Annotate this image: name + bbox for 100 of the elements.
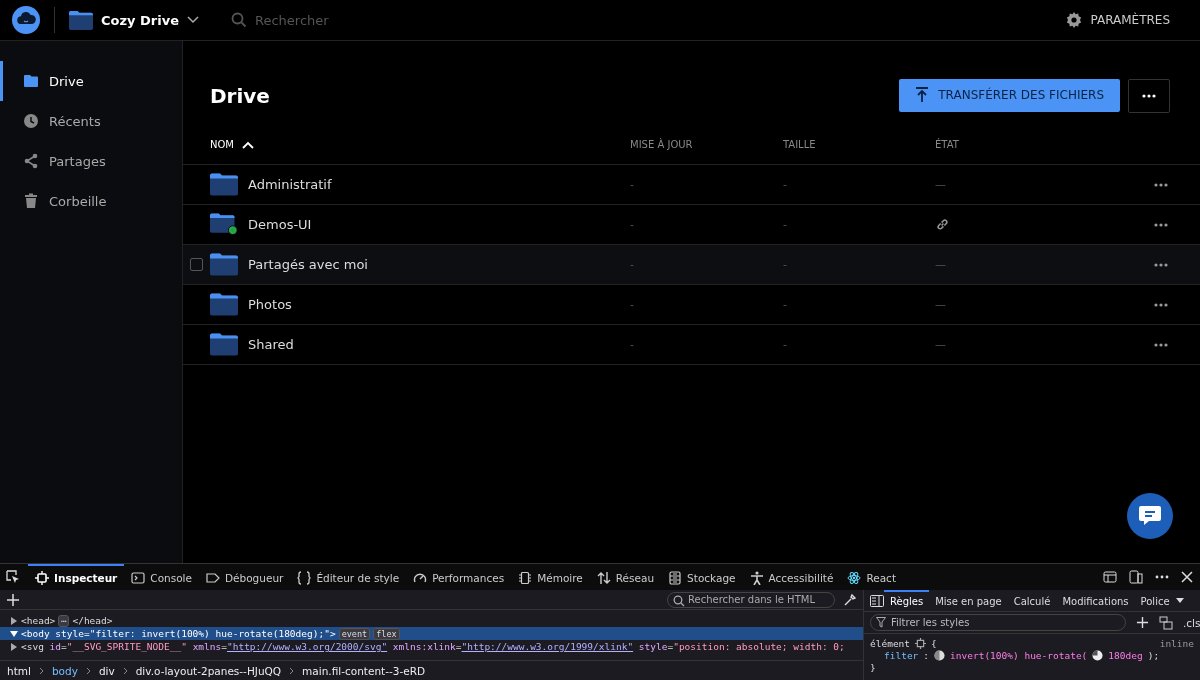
markup-line[interactable]: <svg id="__SVG_SPRITE_NODE__" xmlns="http://www.w3.org/2000/svg" xmlns:xlink="http://www.w3.org/1999/xlink" style="position: absolute; width: 0; bbox=[21, 641, 845, 652]
css-colon: : bbox=[923, 649, 930, 661]
table-cell-text: - bbox=[630, 298, 635, 311]
app-switcher[interactable]: Cozy Drive bbox=[69, 9, 199, 31]
markup-line[interactable]: <body style="filter: invert(100%) hue-rotate(180deg);"> bbox=[21, 628, 336, 639]
pick-element-icon bbox=[6, 569, 20, 584]
tag-icon bbox=[206, 570, 220, 585]
status-text: — bbox=[935, 338, 946, 351]
table-row[interactable]: Partagés avec moi - - — bbox=[183, 245, 1200, 285]
table-cell-text: - bbox=[783, 258, 788, 271]
add-icon bbox=[1136, 616, 1149, 629]
devtools-tab[interactable]: Console bbox=[124, 563, 199, 590]
file-name: Shared bbox=[248, 337, 294, 352]
sidebar-item[interactable]: Corbeille bbox=[0, 181, 182, 221]
table-cell-text: - bbox=[630, 178, 635, 191]
add-icon bbox=[6, 592, 20, 607]
css-brace: } bbox=[870, 661, 876, 673]
settings-icon bbox=[1066, 12, 1083, 28]
devtools-tab[interactable]: Mémoire bbox=[511, 563, 590, 590]
braces-icon bbox=[297, 570, 312, 585]
more-icon bbox=[1142, 93, 1156, 98]
cls-button[interactable]: .cls bbox=[1183, 616, 1200, 629]
breadcrumb[interactable]: html bbox=[7, 664, 31, 677]
markup-row[interactable]: <head> ⋯ </head> bbox=[0, 614, 863, 627]
panel-tab[interactable]: Mise en page bbox=[929, 590, 1008, 612]
link-icon bbox=[935, 217, 950, 232]
chevron-right-icon bbox=[38, 666, 44, 675]
node-badge[interactable]: event bbox=[338, 627, 371, 640]
folder-icon bbox=[23, 73, 39, 89]
css-selector: élément bbox=[870, 637, 911, 649]
chat-button[interactable] bbox=[1127, 493, 1173, 539]
file-name: Administratif bbox=[248, 177, 332, 192]
settings-button[interactable]: PARAMÈTRES bbox=[1066, 12, 1170, 28]
chevron-right-icon bbox=[289, 666, 295, 675]
html-search-field[interactable]: Rechercher dans le HTML bbox=[667, 591, 835, 608]
devtools-tab[interactable]: Stockage bbox=[661, 563, 743, 590]
table-cell-text: - bbox=[630, 338, 635, 351]
breadcrumb[interactable]: div.o-layout-2panes--HJuQQ bbox=[135, 664, 282, 677]
css-property: filter bbox=[884, 649, 919, 661]
breadcrumb[interactable]: div bbox=[98, 664, 115, 677]
clock-icon bbox=[23, 113, 39, 129]
node-target-icon bbox=[915, 637, 927, 649]
dock-icon bbox=[1129, 569, 1143, 584]
table-cell-text: - bbox=[630, 218, 635, 231]
devtools-tab[interactable]: Débogueur bbox=[199, 563, 291, 590]
inspector-icon bbox=[35, 570, 49, 585]
dropdown-icon bbox=[1175, 597, 1184, 604]
column-header[interactable]: NOM bbox=[210, 139, 254, 150]
file-name: Photos bbox=[248, 297, 292, 312]
panel-tab[interactable]: Modifications bbox=[1056, 590, 1135, 612]
upload-button[interactable]: TRANSFÉRER DES FICHIERS bbox=[899, 78, 1120, 112]
panel-tab[interactable]: Règles bbox=[884, 590, 930, 612]
column-header[interactable]: TAILLE bbox=[783, 139, 816, 150]
print-simulation-icon bbox=[1159, 615, 1173, 630]
markup-row[interactable]: <svg id="__SVG_SPRITE_NODE__" xmlns="http://www.w3.org/2000/svg" xmlns:xlink="http://www.w3.org/1999/xlink" style="position: absolute; width: 0; bbox=[0, 640, 863, 653]
css-source[interactable]: inline bbox=[1159, 637, 1194, 649]
close-icon bbox=[1181, 570, 1193, 583]
column-header[interactable]: ÉTAT bbox=[935, 139, 959, 150]
cloud-logo-icon bbox=[12, 6, 40, 34]
table-cell-text: - bbox=[783, 178, 788, 191]
atom-icon bbox=[847, 570, 862, 585]
panel-tab[interactable]: Calculé bbox=[1007, 590, 1057, 612]
chip-icon bbox=[518, 570, 533, 585]
trash-icon bbox=[23, 193, 39, 209]
table-row[interactable]: Shared - - — bbox=[183, 325, 1200, 365]
markup-line[interactable]: </head> bbox=[72, 615, 113, 626]
file-name: Demos-UI bbox=[248, 217, 312, 232]
sidebar-item[interactable]: Partages bbox=[0, 141, 182, 181]
node-badge[interactable]: ⋯ bbox=[58, 614, 70, 627]
breadcrumb[interactable]: main.fil-content--3-eRD bbox=[302, 664, 426, 677]
devtools-tab[interactable]: Performances bbox=[406, 563, 512, 590]
more-icon bbox=[1154, 302, 1168, 307]
devtools-tab[interactable]: Éditeur de style bbox=[290, 563, 407, 590]
filter-field[interactable]: Filtrer les styles bbox=[870, 614, 1126, 631]
folder-icon bbox=[69, 9, 93, 31]
breadcrumb[interactable]: body bbox=[51, 664, 78, 677]
sidebar-item[interactable]: Récents bbox=[0, 101, 182, 141]
filter-icon bbox=[876, 617, 886, 628]
node-badge[interactable]: flex bbox=[373, 627, 400, 640]
markup-line[interactable]: <head> bbox=[21, 615, 56, 626]
status-text: — bbox=[935, 258, 946, 271]
sidebar-toggle-icon bbox=[870, 594, 884, 607]
share-icon bbox=[23, 153, 39, 169]
table-row[interactable]: Administratif - - — bbox=[183, 165, 1200, 205]
markup-row[interactable]: <body style="filter: invert(100%) hue-rotate(180deg);"> event flex bbox=[0, 627, 863, 640]
row-checkbox[interactable] bbox=[190, 258, 203, 271]
devtools-tab[interactable]: Réseau bbox=[589, 563, 662, 590]
devtools-tab[interactable]: Accessibilité bbox=[742, 563, 841, 590]
devtools-tab[interactable]: React bbox=[840, 563, 903, 590]
css-brace: { bbox=[931, 637, 937, 649]
search-icon bbox=[231, 12, 247, 28]
search-field[interactable]: Rechercher bbox=[253, 11, 453, 29]
sidebar-item[interactable]: Drive bbox=[0, 61, 182, 101]
more-icon bbox=[1155, 574, 1169, 579]
filter-swatch-icon bbox=[934, 649, 946, 661]
panel-tab[interactable]: Police bbox=[1134, 590, 1176, 612]
column-header[interactable]: MISE À JOUR bbox=[630, 139, 693, 150]
more-icon bbox=[1154, 342, 1168, 347]
layout-icon bbox=[1103, 569, 1117, 584]
table-row[interactable]: Photos - - — bbox=[183, 285, 1200, 325]
